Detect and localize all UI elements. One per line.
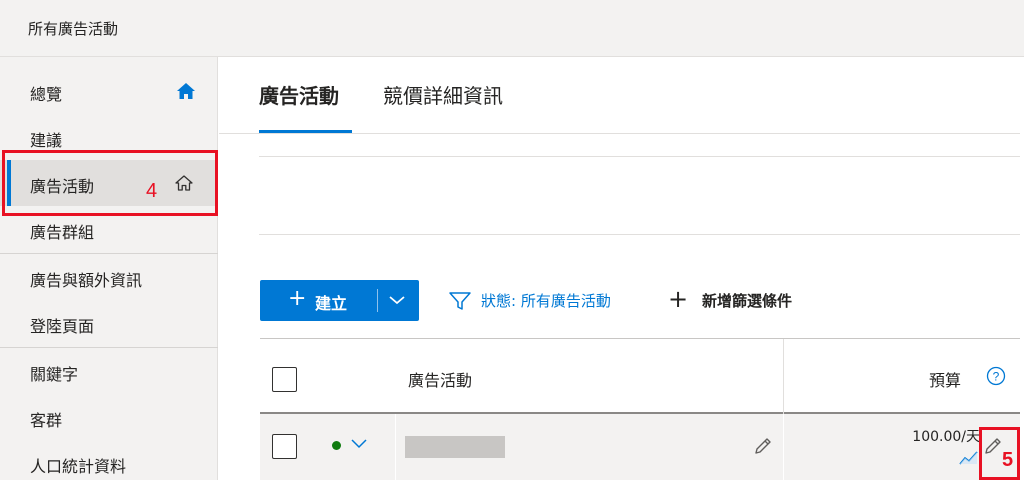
status-filter-label: 狀態: 所有廣告活動 — [481, 292, 611, 310]
sidebar-item-keywords[interactable]: 關鍵字 — [0, 348, 218, 394]
sidebar-item-label: 客群 — [30, 411, 63, 430]
page-title: 所有廣告活動 — [28, 20, 119, 38]
chart-area-bottom-line — [259, 234, 1020, 235]
sidebar-item-label: 人口統計資料 — [30, 457, 127, 476]
add-filter-label: 新增篩選條件 — [702, 292, 793, 310]
campaigns-table: 廣告活動 預算 ? 100.00/天 — [260, 338, 1020, 480]
filter-icon — [449, 292, 471, 310]
column-divider — [783, 414, 784, 480]
plus-icon: + — [668, 285, 689, 313]
sidebar-item-label: 廣告群組 — [30, 223, 95, 242]
annotation-box-step-4 — [2, 150, 218, 216]
create-button[interactable]: + 建立 — [260, 280, 419, 321]
tab-auction-insights[interactable]: 競價詳細資訊 — [383, 80, 503, 109]
edit-pencil-icon[interactable] — [752, 435, 774, 457]
tab-divider — [219, 133, 1020, 134]
sidebar-item-label: 建議 — [30, 131, 63, 150]
annotation-number-step-4: 4 — [146, 180, 158, 202]
campaign-name-redacted — [405, 436, 505, 458]
sidebar-nav: 總覽 建議 廣告活動 廣告群組 廣告與額外資訊 登陸頁面 關鍵字 客群 人口統計… — [0, 57, 218, 480]
create-button-separator — [377, 289, 378, 312]
column-header-budget[interactable]: 預算 — [929, 367, 961, 391]
table-header: 廣告活動 預算 ? — [260, 338, 1020, 415]
help-icon[interactable]: ? — [986, 366, 1006, 386]
chevron-down-icon[interactable] — [388, 293, 406, 307]
sidebar-item-label: 總覽 — [30, 85, 63, 104]
sidebar-item-overview[interactable]: 總覽 — [0, 68, 218, 114]
annotation-number-step-5: 5 — [1002, 449, 1014, 471]
sidebar-item-label: 廣告與額外資訊 — [30, 271, 143, 290]
sidebar-item-ads-extensions[interactable]: 廣告與額外資訊 — [0, 254, 218, 300]
sidebar-item-demographics[interactable]: 人口統計資料 — [0, 440, 218, 480]
chart-area-top-line — [259, 156, 1020, 157]
budget-value: 100.00/天 — [912, 429, 980, 445]
sidebar-item-label: 登陸頁面 — [30, 317, 95, 336]
sidebar-item-landing-pages[interactable]: 登陸頁面 — [0, 300, 218, 346]
plus-icon: + — [288, 286, 307, 311]
table-row: 100.00/天 — [260, 414, 1020, 480]
annotation-box-step-5 — [979, 427, 1020, 480]
home-icon[interactable] — [176, 81, 196, 101]
budget-chart-icon[interactable] — [958, 448, 980, 466]
page-header: 所有廣告活動 — [0, 0, 1024, 57]
status-active-dot — [332, 441, 341, 450]
chevron-down-icon[interactable] — [350, 438, 368, 450]
sidebar-item-label: 關鍵字 — [30, 365, 79, 384]
column-header-campaign[interactable]: 廣告活動 — [408, 367, 472, 391]
row-checkbox[interactable] — [272, 434, 297, 459]
select-all-checkbox[interactable] — [272, 367, 297, 392]
svg-text:?: ? — [993, 370, 1000, 384]
create-button-label: 建立 — [315, 294, 348, 313]
sidebar-item-audiences[interactable]: 客群 — [0, 394, 218, 440]
column-divider — [395, 414, 396, 480]
tab-campaigns[interactable]: 廣告活動 — [259, 80, 339, 109]
column-divider — [783, 339, 784, 415]
